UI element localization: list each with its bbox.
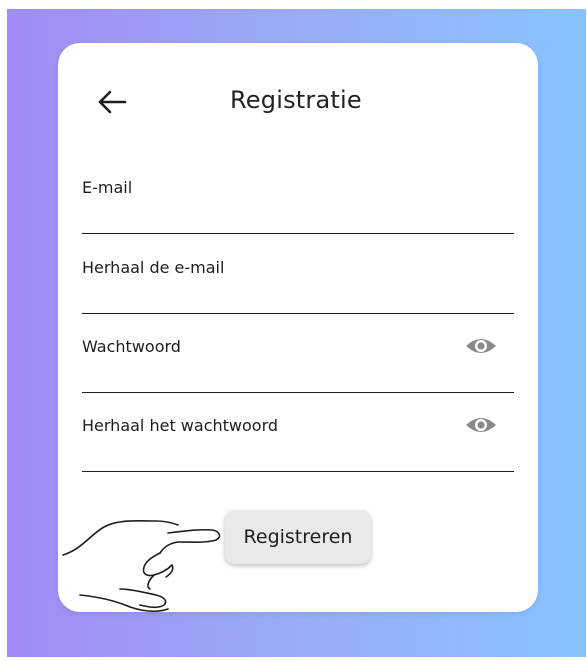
repeat-email-field-label: Herhaal de e-mail bbox=[82, 258, 225, 277]
repeat-email-field[interactable]: Herhaal de e-mail bbox=[82, 254, 514, 314]
field-underline bbox=[82, 470, 514, 472]
password-field-label: Wachtwoord bbox=[82, 337, 181, 356]
password-field[interactable]: Wachtwoord bbox=[82, 333, 514, 393]
eye-icon[interactable] bbox=[465, 334, 497, 358]
repeat-password-field[interactable]: Herhaal het wachtwoord bbox=[82, 412, 514, 472]
eye-icon[interactable] bbox=[465, 413, 497, 437]
pointing-hand-icon bbox=[62, 519, 221, 612]
repeat-password-field-label: Herhaal het wachtwoord bbox=[82, 416, 279, 435]
field-underline bbox=[82, 312, 514, 314]
field-underline bbox=[82, 232, 514, 234]
email-field-label: E-mail bbox=[82, 178, 133, 197]
field-underline bbox=[82, 391, 514, 393]
arrow-left-icon[interactable] bbox=[97, 89, 127, 115]
email-field[interactable]: E-mail bbox=[82, 174, 514, 234]
register-button[interactable]: Registreren bbox=[225, 510, 371, 564]
page-title: Registratie bbox=[230, 86, 362, 114]
